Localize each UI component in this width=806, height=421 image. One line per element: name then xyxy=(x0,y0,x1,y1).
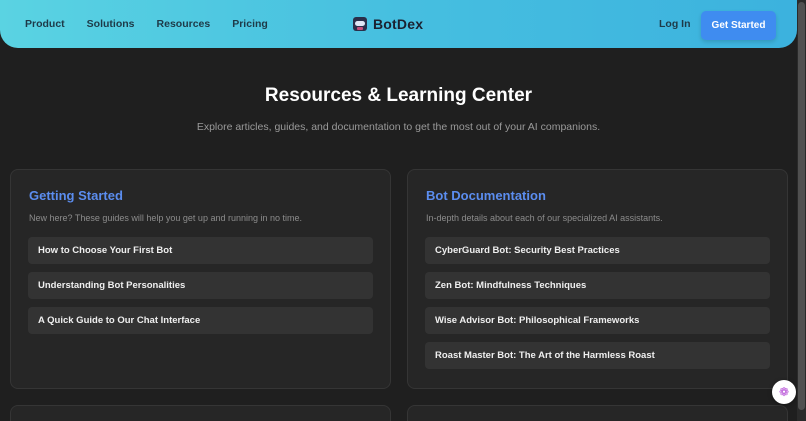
top-navbar: Product Solutions Resources Pricing BotD… xyxy=(0,0,797,48)
nav-link-product[interactable]: Product xyxy=(25,18,65,30)
resource-link[interactable]: Understanding Bot Personalities xyxy=(28,272,373,299)
scrollbar-thumb[interactable] xyxy=(798,2,805,410)
page: Product Solutions Resources Pricing BotD… xyxy=(0,0,806,421)
card-description: New here? These guides will help you get… xyxy=(29,213,303,223)
card-description: In-depth details about each of our speci… xyxy=(426,213,663,223)
scrollbar[interactable] xyxy=(797,0,806,421)
card-title: Bot Documentation xyxy=(426,188,546,203)
card-title: Getting Started xyxy=(29,188,123,203)
resource-link[interactable]: How to Choose Your First Bot xyxy=(28,237,373,264)
get-started-button[interactable]: Get Started xyxy=(701,11,776,40)
chat-launcher-button[interactable]: ❁ xyxy=(772,380,796,404)
nav-links: Product Solutions Resources Pricing xyxy=(25,0,290,48)
brain-icon: ❁ xyxy=(778,385,790,399)
brand-name: BotDex xyxy=(373,16,424,32)
login-link[interactable]: Log In xyxy=(659,0,691,48)
card-link-list: CyberGuard Bot: Security Best Practices … xyxy=(425,237,770,377)
robot-icon xyxy=(353,17,367,31)
resource-link[interactable]: CyberGuard Bot: Security Best Practices xyxy=(425,237,770,264)
page-title: Resources & Learning Center xyxy=(264,85,533,106)
page-subtitle: Explore articles, guides, and documentat… xyxy=(196,121,601,133)
brand[interactable]: BotDex xyxy=(353,0,423,48)
resource-card-partial xyxy=(407,405,788,421)
resource-link[interactable]: A Quick Guide to Our Chat Interface xyxy=(28,307,373,334)
nav-link-solutions[interactable]: Solutions xyxy=(87,18,135,30)
bot-documentation-card: Bot Documentation In-depth details about… xyxy=(407,169,788,389)
resource-link[interactable]: Zen Bot: Mindfulness Techniques xyxy=(425,272,770,299)
resource-card-partial xyxy=(10,405,391,421)
nav-link-resources[interactable]: Resources xyxy=(157,18,211,30)
resource-link[interactable]: Roast Master Bot: The Art of the Harmles… xyxy=(425,342,770,369)
getting-started-card: Getting Started New here? These guides w… xyxy=(10,169,391,389)
nav-link-pricing[interactable]: Pricing xyxy=(232,18,268,30)
resource-link[interactable]: Wise Advisor Bot: Philosophical Framewor… xyxy=(425,307,770,334)
card-link-list: How to Choose Your First Bot Understandi… xyxy=(28,237,373,342)
